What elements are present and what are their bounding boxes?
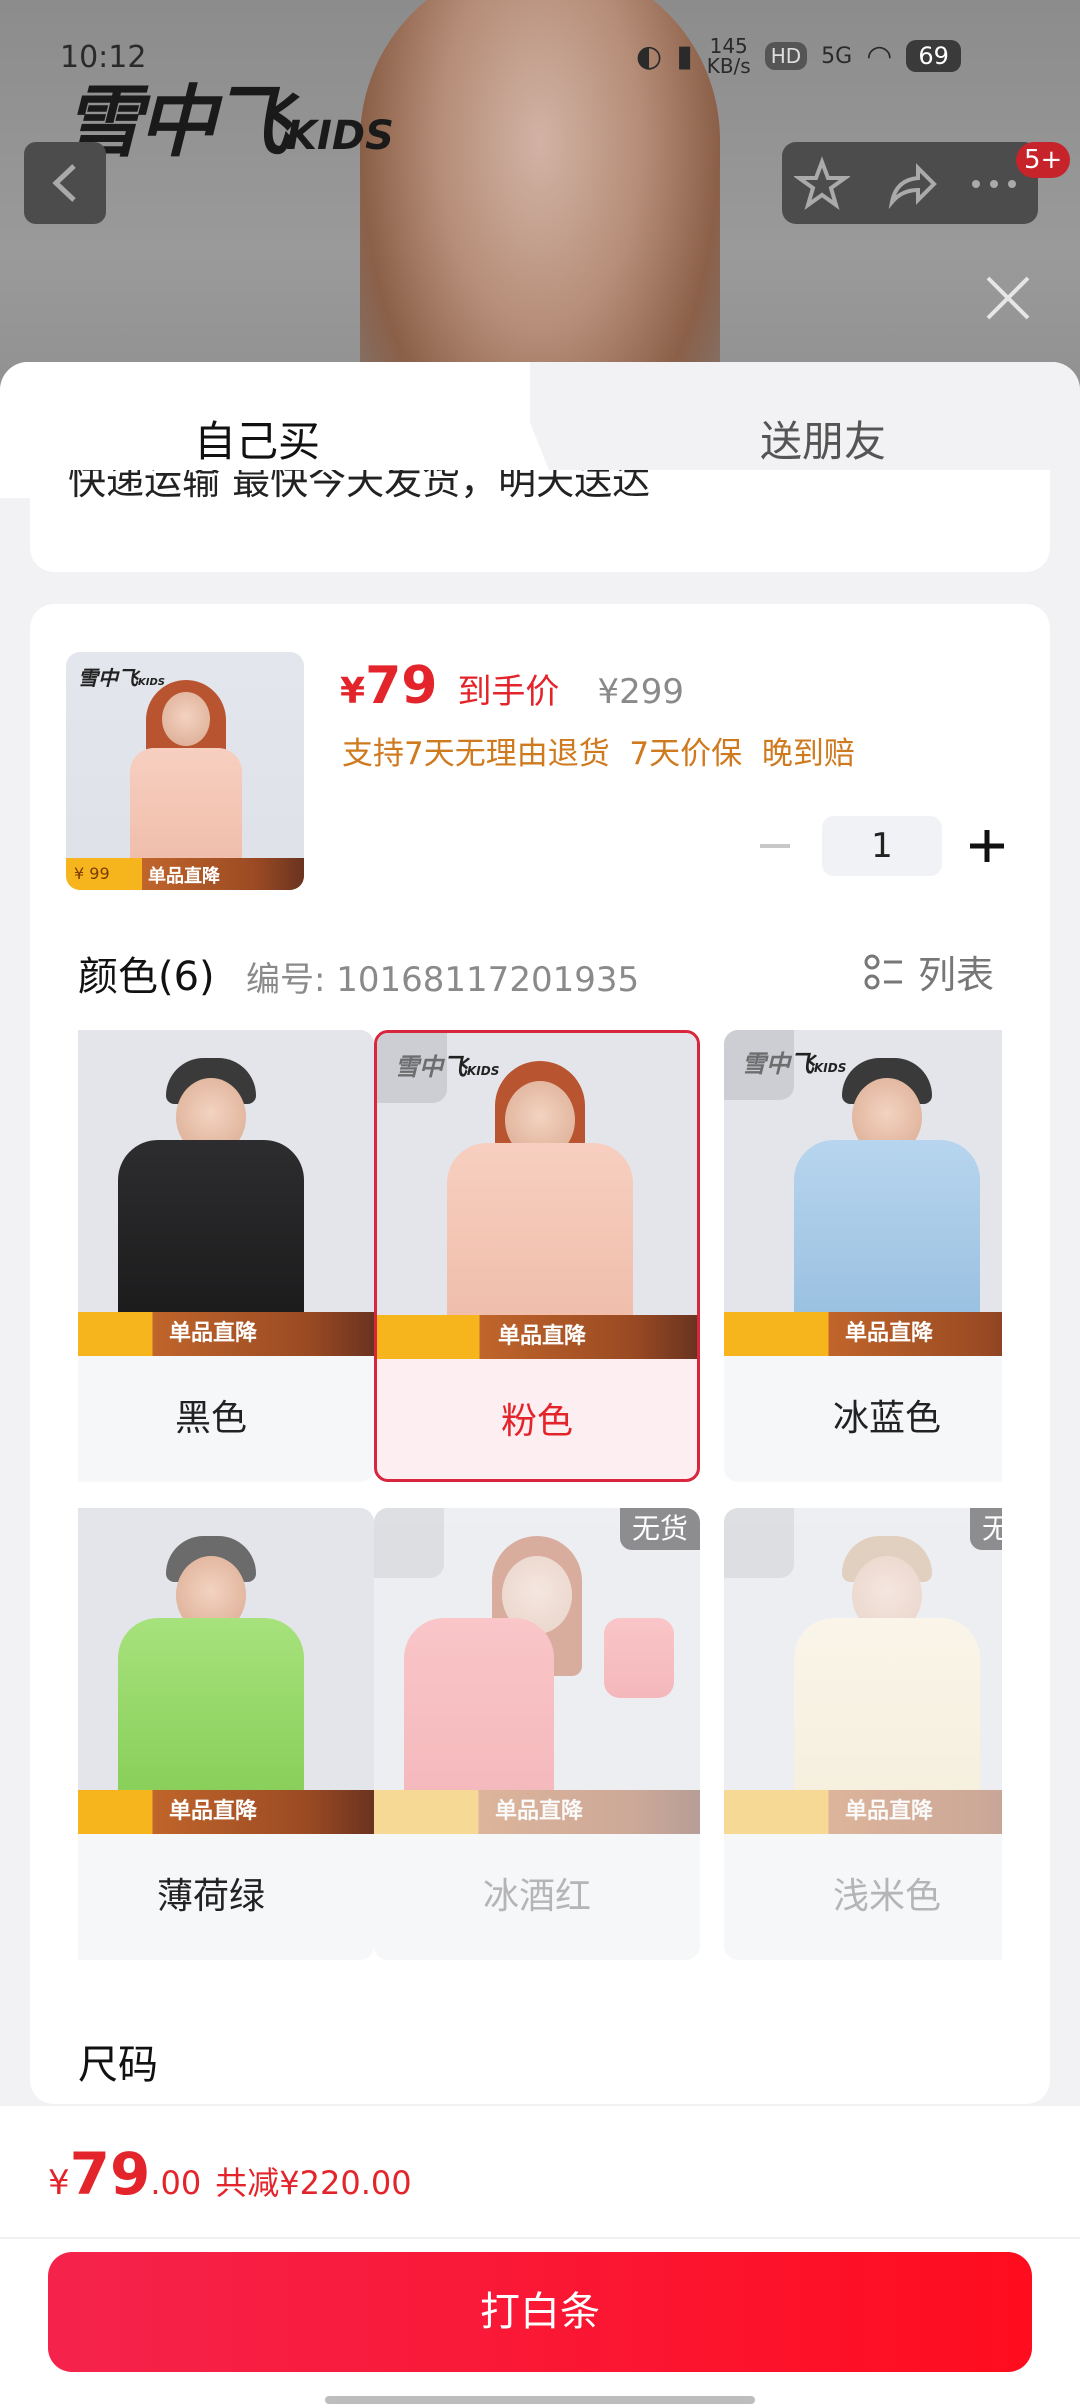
close-icon[interactable] [980,270,1036,326]
price-strip: 单品直降 [374,1790,700,1834]
color-option-light-beige[interactable]: 单品直降 无货 浅米色 [724,1508,1002,1960]
star-icon[interactable] [794,156,850,212]
color-grid: 单品直降 黑色 雪中飞KIDS 单品直降 粉色 雪中飞KIDS 单品直降 冰蓝色 [78,1030,1002,1970]
price-label: 到手价 [457,672,560,712]
color-option-pink[interactable]: 雪中飞KIDS 单品直降 粉色 [374,1030,700,1482]
color-option-ice-blue[interactable]: 雪中飞KIDS 单品直降 冰蓝色 [724,1030,1002,1482]
net-speed: 145 KB/s [706,34,751,78]
more-icon[interactable] [964,156,1024,212]
top-action-group [782,142,1038,224]
list-icon [864,954,902,989]
quantity-input[interactable]: 1 [822,816,942,876]
color-option-label: 薄荷绿 [156,1876,265,1917]
tab-self-label: 自己买 [194,417,321,466]
color-option-image: 单品直降 [374,1508,700,1834]
chevron-left-icon [52,164,76,202]
price-strip: 单品直降 [724,1790,1002,1834]
color-option-black[interactable]: 单品直降 黑色 [78,1030,374,1482]
coat-image [794,1140,980,1330]
signal-icon: 5G [821,43,853,69]
home-indicator[interactable] [325,2396,755,2404]
soldout-badge: 无货 [619,1508,700,1550]
total-price-symbol: ¥ [48,2163,70,2203]
dnd-icon: ◐ [636,38,663,74]
minus-icon[interactable] [756,822,796,870]
price-strip: 单品直降 [78,1312,374,1356]
color-title: 颜色(6) [78,954,215,1000]
hd-icon: HD [764,42,808,70]
thumb-coat [130,748,242,872]
price-strip: 单品直降 [724,1312,1002,1356]
original-price: ¥299 [597,672,684,712]
brand-logo: 雪中飞KIDS [64,78,394,168]
thumb-price-strip: ¥ 99 单品直降 [66,858,304,890]
color-option-label: 浅米色 [832,1876,941,1917]
color-option-wine-red[interactable]: 单品直降 无货 冰酒红 [374,1508,700,1960]
coat-image [404,1618,554,1808]
coat-image [118,1140,304,1330]
vibrate-icon: ▮ [676,38,693,74]
color-option-image: 雪中飞KIDS 单品直降 [377,1033,697,1359]
service-guarantees: 支持7天无理由退货 7天价保 晚到赔 [342,736,855,772]
thumb-face [162,692,210,746]
color-option-label: 冰蓝色 [832,1398,941,1439]
color-option-label: 冰酒红 [482,1876,591,1917]
status-icons: ◐ ▮ 145 KB/s HD 5G ◠ 69 [636,36,961,76]
total-price: ¥ 79 .00 共减¥220.00 [48,2140,412,2208]
color-option-image: 单品直降 [78,1030,374,1356]
status-time: 10:12 [60,40,147,75]
battery-icon: 69 [906,40,961,72]
coat-detail-image [604,1618,674,1698]
plus-icon[interactable] [966,822,1010,870]
product-thumbnail[interactable]: 雪中飞KIDS ¥ 99 单品直降 [66,652,304,890]
share-icon[interactable] [882,156,938,212]
price-strip: 单品直降 [78,1790,374,1834]
price-strip: 单品直降 [377,1315,697,1359]
color-option-image: 单品直降 [78,1508,374,1834]
back-button[interactable] [24,142,106,224]
color-option-image: 单品直降 [724,1508,1002,1834]
coat-image [118,1618,304,1808]
message-badge: 5+ [1016,142,1071,178]
coat-image [794,1618,980,1808]
total-price-dec: .00 [150,2164,202,2202]
sku-code: 编号: 10168117201935 [246,960,640,1000]
delivery-text: 快递运输 最快今天发货，明天送达 [68,470,651,503]
expand-icon[interactable] [374,1508,444,1578]
total-price-int: 79 [69,2140,151,2208]
delivery-info-card: 快递运输 最快今天发货，明天送达 [30,470,1050,572]
list-view-toggle[interactable]: 列表 [864,944,994,999]
expand-icon[interactable] [377,1033,447,1103]
color-option-label: 粉色 [500,1401,573,1442]
color-option-label: 黑色 [174,1398,247,1439]
buy-with-baitiao-button[interactable]: 打白条 [48,2252,1032,2372]
color-option-mint-green[interactable]: 单品直降 薄荷绿 [78,1508,374,1960]
size-title: 尺码 [78,2042,158,2088]
coat-image [447,1143,633,1333]
thumb-brand-logo: 雪中飞KIDS [78,666,165,690]
divider [0,2237,1080,2239]
tab-friend-label: 送朋友 [760,417,887,466]
expand-icon[interactable] [724,1030,794,1100]
color-option-image: 雪中飞KIDS 单品直降 [724,1030,1002,1356]
soldout-badge: 无货 [969,1508,1002,1550]
price-value: 79 [365,656,438,716]
price-symbol: ¥ [340,671,366,712]
wifi-icon: ◠ [866,38,893,74]
expand-icon[interactable] [724,1508,794,1578]
total-discount: 共减¥220.00 [215,2164,412,2202]
price-row: ¥ 79 到手价 ¥299 [340,656,684,716]
